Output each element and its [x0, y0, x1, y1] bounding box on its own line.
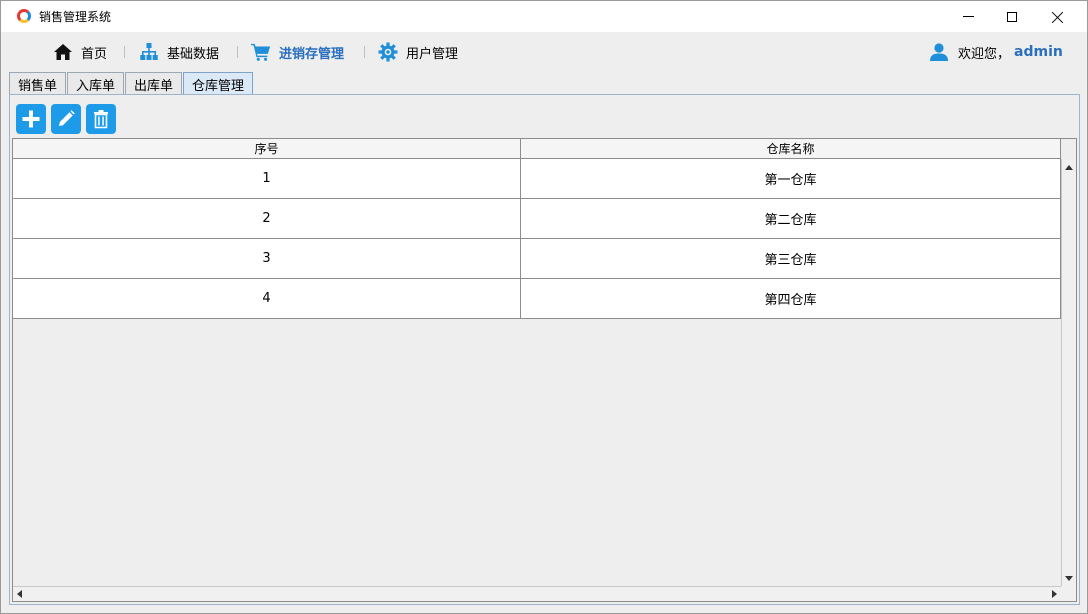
scroll-left-icon[interactable] [17, 590, 22, 598]
maximize-icon [1007, 11, 1017, 22]
welcome-text: 欢迎您， [958, 46, 1011, 62]
cell-warehouse-name: 第三仓库 [521, 239, 1061, 278]
table-row[interactable]: 4 第四仓库 [13, 279, 1061, 319]
vertical-scrollbar[interactable] [1061, 159, 1076, 586]
delete-button[interactable] [86, 104, 116, 134]
minimize-icon [962, 16, 974, 17]
user-info: 欢迎您， admin [929, 41, 1063, 63]
username: admin [1014, 44, 1063, 60]
app-logo-icon [17, 9, 31, 23]
cell-index: 3 [13, 239, 521, 278]
menu-label-inventory: 进销存管理 [279, 46, 345, 62]
menu-item-inventory[interactable]: 进销存管理 [251, 41, 344, 63]
menu-label-users: 用户管理 [406, 46, 459, 62]
user-icon [929, 42, 949, 62]
menu-item-home[interactable]: 首页 [53, 41, 107, 63]
tab-outbound-order[interactable]: 出库单 [125, 72, 183, 95]
table-row[interactable]: 1 第一仓库 [13, 159, 1061, 199]
trash-icon [94, 110, 108, 129]
cell-index: 4 [13, 279, 521, 318]
column-header-warehouse-name[interactable]: 仓库名称 [521, 139, 1061, 158]
tab-content: 序号 仓库名称 1 第一仓库 2 第二仓库 3 第三仓库 4 第四仓库 [9, 94, 1080, 605]
add-button[interactable] [16, 104, 46, 134]
menu-separator [364, 46, 365, 58]
menu-bar: 首页 基础数据 进销存管理 用户管理 欢迎您， admin [1, 32, 1087, 72]
menu-separator [124, 46, 125, 58]
scroll-down-icon[interactable] [1065, 576, 1073, 581]
title-bar: 销售管理系统 [1, 1, 1087, 32]
horizontal-scrollbar[interactable] [13, 586, 1061, 601]
tab-strip: 销售单 入库单 出库单 仓库管理 [9, 72, 254, 95]
window-title: 销售管理系统 [39, 10, 112, 24]
cell-warehouse-name: 第二仓库 [521, 199, 1061, 238]
cell-index: 2 [13, 199, 521, 238]
home-icon [53, 42, 73, 62]
cell-warehouse-name: 第一仓库 [521, 159, 1061, 198]
tab-inbound-order[interactable]: 入库单 [67, 72, 125, 95]
scrollbar-corner [1061, 586, 1076, 601]
plus-icon [22, 110, 40, 128]
edit-button[interactable] [51, 104, 81, 134]
sitemap-icon [139, 42, 159, 62]
table-row[interactable]: 2 第二仓库 [13, 199, 1061, 239]
grid-body: 1 第一仓库 2 第二仓库 3 第三仓库 4 第四仓库 [13, 159, 1061, 319]
tab-warehouse-management[interactable]: 仓库管理 [183, 72, 254, 95]
menu-label-home: 首页 [81, 46, 108, 62]
scroll-right-icon[interactable] [1052, 590, 1057, 598]
column-header-index[interactable]: 序号 [13, 139, 521, 158]
table-row[interactable]: 3 第三仓库 [13, 239, 1061, 279]
warehouse-grid: 序号 仓库名称 1 第一仓库 2 第二仓库 3 第三仓库 4 第四仓库 [12, 138, 1077, 602]
menu-label-basic-data: 基础数据 [167, 46, 220, 62]
menu-separator [237, 46, 238, 58]
shopping-cart-icon [251, 42, 271, 62]
tab-sales-order[interactable]: 销售单 [9, 72, 67, 95]
close-icon [1052, 11, 1064, 23]
close-button[interactable] [1035, 1, 1081, 32]
gear-icon [378, 42, 398, 62]
cell-warehouse-name: 第四仓库 [521, 279, 1061, 318]
pencil-icon [59, 110, 75, 126]
grid-header: 序号 仓库名称 [13, 139, 1061, 159]
toolbar [16, 104, 121, 134]
scroll-up-icon[interactable] [1065, 165, 1073, 170]
menu-item-basic-data[interactable]: 基础数据 [139, 41, 219, 63]
maximize-button[interactable] [989, 1, 1035, 32]
minimize-button[interactable] [945, 1, 991, 32]
app-window: 销售管理系统 首页 基础数据 进销存管理 用户管理 欢迎您， admin 销售单… [0, 0, 1088, 614]
menu-item-users[interactable]: 用户管理 [378, 41, 458, 63]
cell-index: 1 [13, 159, 521, 198]
